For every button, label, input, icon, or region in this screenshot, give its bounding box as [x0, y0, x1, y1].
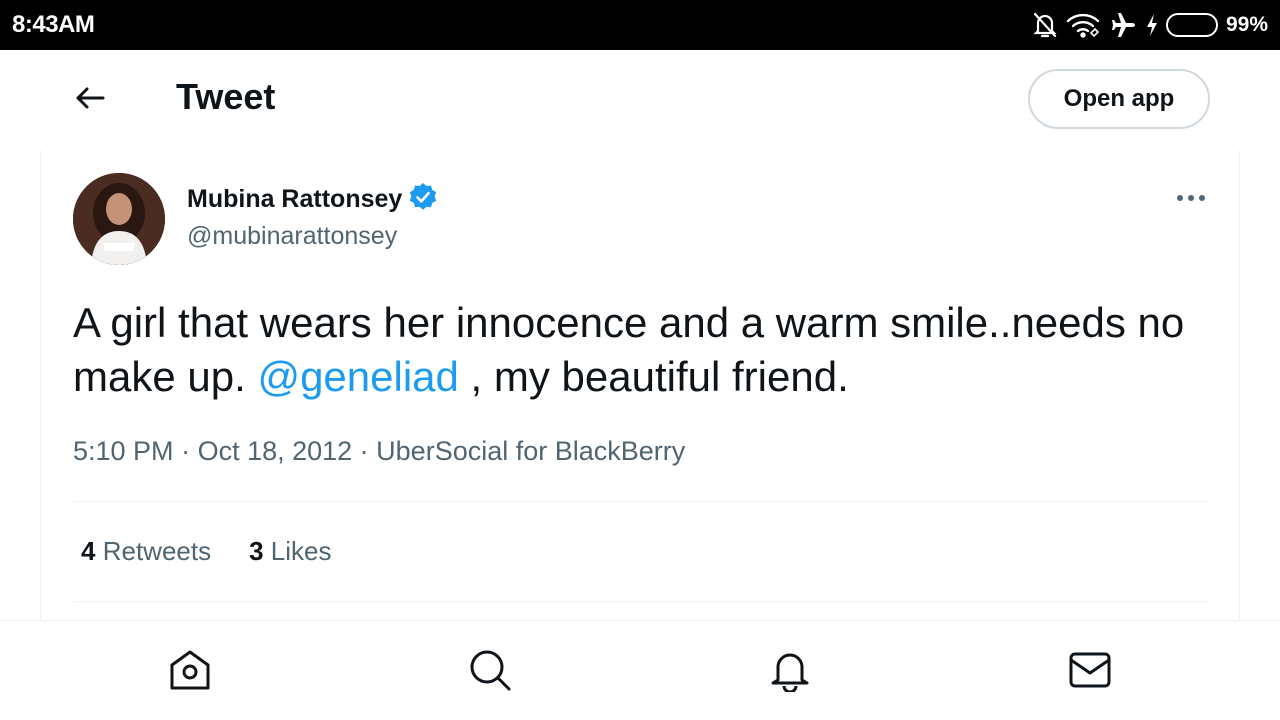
- battery-percent: 99%: [1225, 13, 1268, 36]
- likes-label: Likes: [270, 536, 332, 566]
- tweet-text: A girl that wears her innocence and a wa…: [73, 296, 1213, 404]
- divider: [73, 601, 1209, 602]
- divider: [73, 501, 1209, 502]
- status-bar: 8:43AM 99%: [0, 0, 1280, 50]
- tweet-time[interactable]: 5:10 PM: [73, 436, 174, 466]
- mention-link[interactable]: @geneliad: [257, 353, 458, 400]
- status-icons: 99%: [1032, 9, 1268, 41]
- author-name-row: Mubina Rattonsey: [187, 182, 438, 217]
- search-icon: [468, 648, 512, 697]
- tweet-detail: Mubina Rattonsey @mubinarattonsey A girl…: [40, 150, 1240, 620]
- airplane-icon: [1108, 11, 1138, 39]
- likes-stat[interactable]: 3 Likes: [249, 536, 331, 567]
- author-handle[interactable]: @mubinarattonsey: [187, 222, 397, 251]
- more-dots-icon: [1176, 189, 1206, 207]
- back-arrow-icon: [75, 86, 105, 115]
- meta-separator: ·: [352, 436, 377, 466]
- tweet-stats: 4 Retweets 3 Likes: [81, 536, 332, 567]
- tweet-text-part: , my beautiful friend.: [458, 353, 849, 400]
- tweet-date[interactable]: Oct 18, 2012: [198, 436, 353, 466]
- verified-badge-icon: [408, 182, 438, 217]
- bottom-nav: [0, 620, 1280, 720]
- nav-messages[interactable]: [1067, 649, 1113, 695]
- tweet-meta: 5:10 PM · Oct 18, 2012 · UberSocial for …: [73, 436, 685, 467]
- meta-separator: ·: [173, 436, 198, 466]
- retweets-stat[interactable]: 4 Retweets: [81, 536, 211, 567]
- likes-count: 3: [249, 536, 264, 566]
- notifications-icon: [769, 648, 811, 697]
- battery-icon: [1165, 13, 1218, 37]
- messages-icon: [1068, 651, 1112, 694]
- top-app-bar: Tweet Open app: [0, 50, 1280, 150]
- avatar[interactable]: [73, 173, 165, 265]
- status-time: 8:43AM: [12, 11, 95, 38]
- nav-search[interactable]: [467, 649, 513, 695]
- retweets-count: 4: [81, 536, 96, 566]
- home-icon: [168, 649, 212, 696]
- nav-notifications[interactable]: [767, 649, 813, 695]
- charging-icon: [1146, 13, 1158, 37]
- back-button[interactable]: [70, 80, 110, 120]
- page-title: Tweet: [176, 76, 276, 117]
- tweet-source[interactable]: UberSocial for BlackBerry: [376, 436, 685, 466]
- wifi-icon: [1066, 12, 1100, 38]
- mute-notifications-icon: [1032, 11, 1058, 39]
- retweets-label: Retweets: [102, 536, 212, 566]
- author-display-name[interactable]: Mubina Rattonsey: [187, 185, 402, 214]
- open-app-button[interactable]: Open app: [1028, 69, 1210, 129]
- nav-home[interactable]: [167, 649, 213, 695]
- more-options-button[interactable]: [1171, 182, 1211, 214]
